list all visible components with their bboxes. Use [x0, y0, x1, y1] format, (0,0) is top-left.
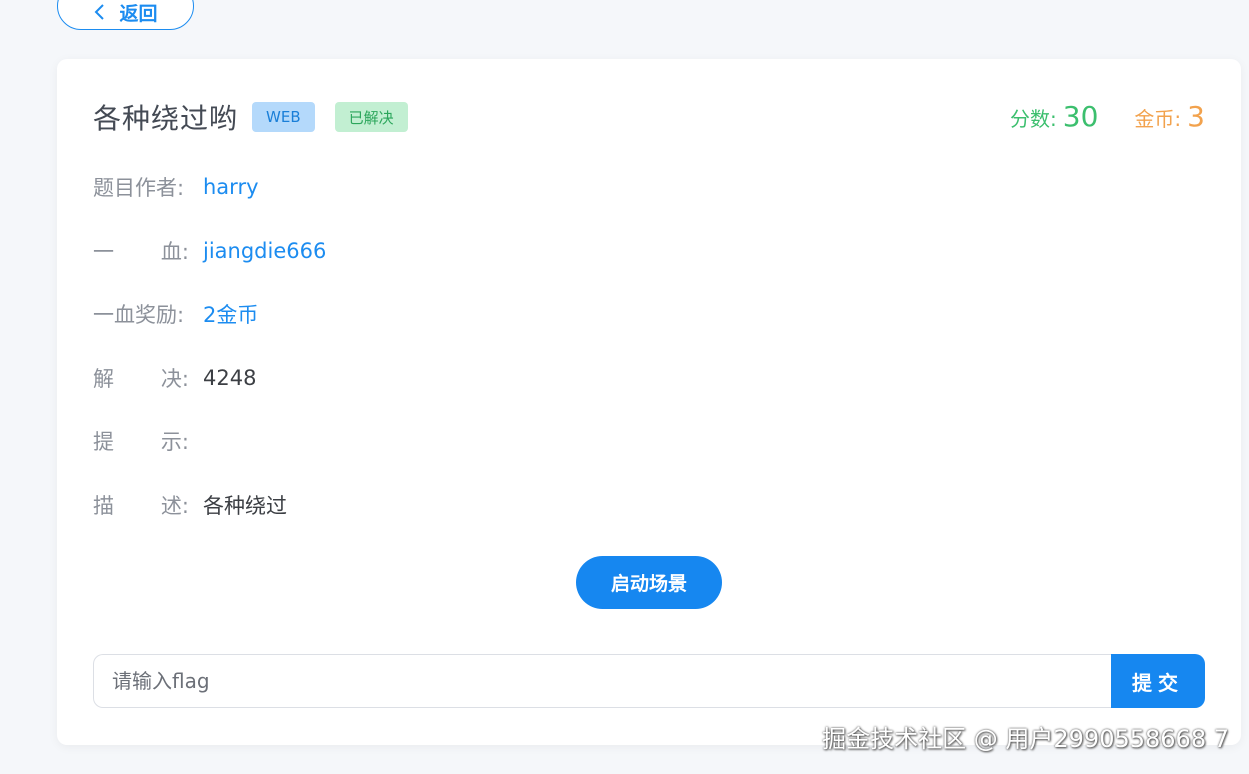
description-label-part2: 述:: [160, 493, 189, 518]
solved-label-part2: 决:: [160, 366, 189, 391]
solved-label-part1: 解: [93, 366, 114, 391]
flag-input[interactable]: [93, 654, 1112, 708]
score-value: 30: [1062, 100, 1099, 133]
solved-count: 4248: [203, 365, 257, 390]
status-badge: 已解决: [334, 102, 408, 132]
description-row: 描 述: 各种绕过: [93, 489, 326, 521]
solved-label: 解 决:: [93, 363, 203, 393]
challenge-title: 各种绕过哟: [93, 102, 239, 135]
hint-label-part1: 提: [93, 430, 114, 455]
first-blood-reward-row: 一血奖励: 2金币: [93, 298, 326, 330]
description-label-part1: 描: [93, 493, 114, 518]
coin-value: 3: [1187, 100, 1205, 133]
hint-label-part2: 示:: [160, 430, 189, 455]
challenge-card: 各种绕过哟 WEB 已解决 分数: 30 金币: 3 题目作者: harry 一 血:…: [57, 59, 1241, 745]
back-button[interactable]: 返回: [57, 0, 194, 30]
hint-row: 提 示:: [93, 425, 326, 457]
first-blood-label-part2: 血:: [160, 239, 189, 264]
solved-row: 解 决: 4248: [93, 362, 326, 394]
challenge-info: 题目作者: harry 一 血: jiangdie666 一血奖励: 2金币 解 决…: [93, 171, 326, 553]
coin-label: 金币:: [1134, 107, 1182, 131]
first-blood-label: 一 血:: [93, 236, 203, 266]
watermark: 掘金技术社区 @ 用户2990558668 7: [822, 725, 1229, 753]
author-row: 题目作者: harry: [93, 171, 326, 203]
submit-flag-button[interactable]: 提交: [1111, 654, 1205, 708]
title-row: 各种绕过哟 WEB 已解决: [93, 97, 408, 137]
first-blood-user-link[interactable]: jiangdie666: [203, 239, 326, 263]
chevron-left-icon: [93, 3, 105, 21]
hint-label: 提 示:: [93, 426, 203, 456]
author-link[interactable]: harry: [203, 175, 259, 199]
description-value: 各种绕过: [203, 493, 287, 518]
category-tag: WEB: [252, 102, 315, 132]
back-button-label: 返回: [119, 2, 158, 25]
coin-stat: 金币: 3: [1134, 100, 1205, 133]
description-label: 描 述:: [93, 490, 203, 520]
first-blood-row: 一 血: jiangdie666: [93, 235, 326, 267]
challenge-stats: 分数: 30 金币: 3: [1010, 100, 1205, 133]
first-blood-reward-label: 一血奖励:: [93, 303, 185, 328]
score-stat: 分数: 30: [1010, 100, 1098, 133]
first-blood-reward-value: 2金币: [203, 303, 259, 328]
author-label: 题目作者:: [93, 176, 185, 200]
first-blood-label-part1: 一: [93, 239, 114, 264]
score-label: 分数:: [1010, 107, 1057, 131]
launch-scene-button[interactable]: 启动场景: [576, 556, 722, 609]
